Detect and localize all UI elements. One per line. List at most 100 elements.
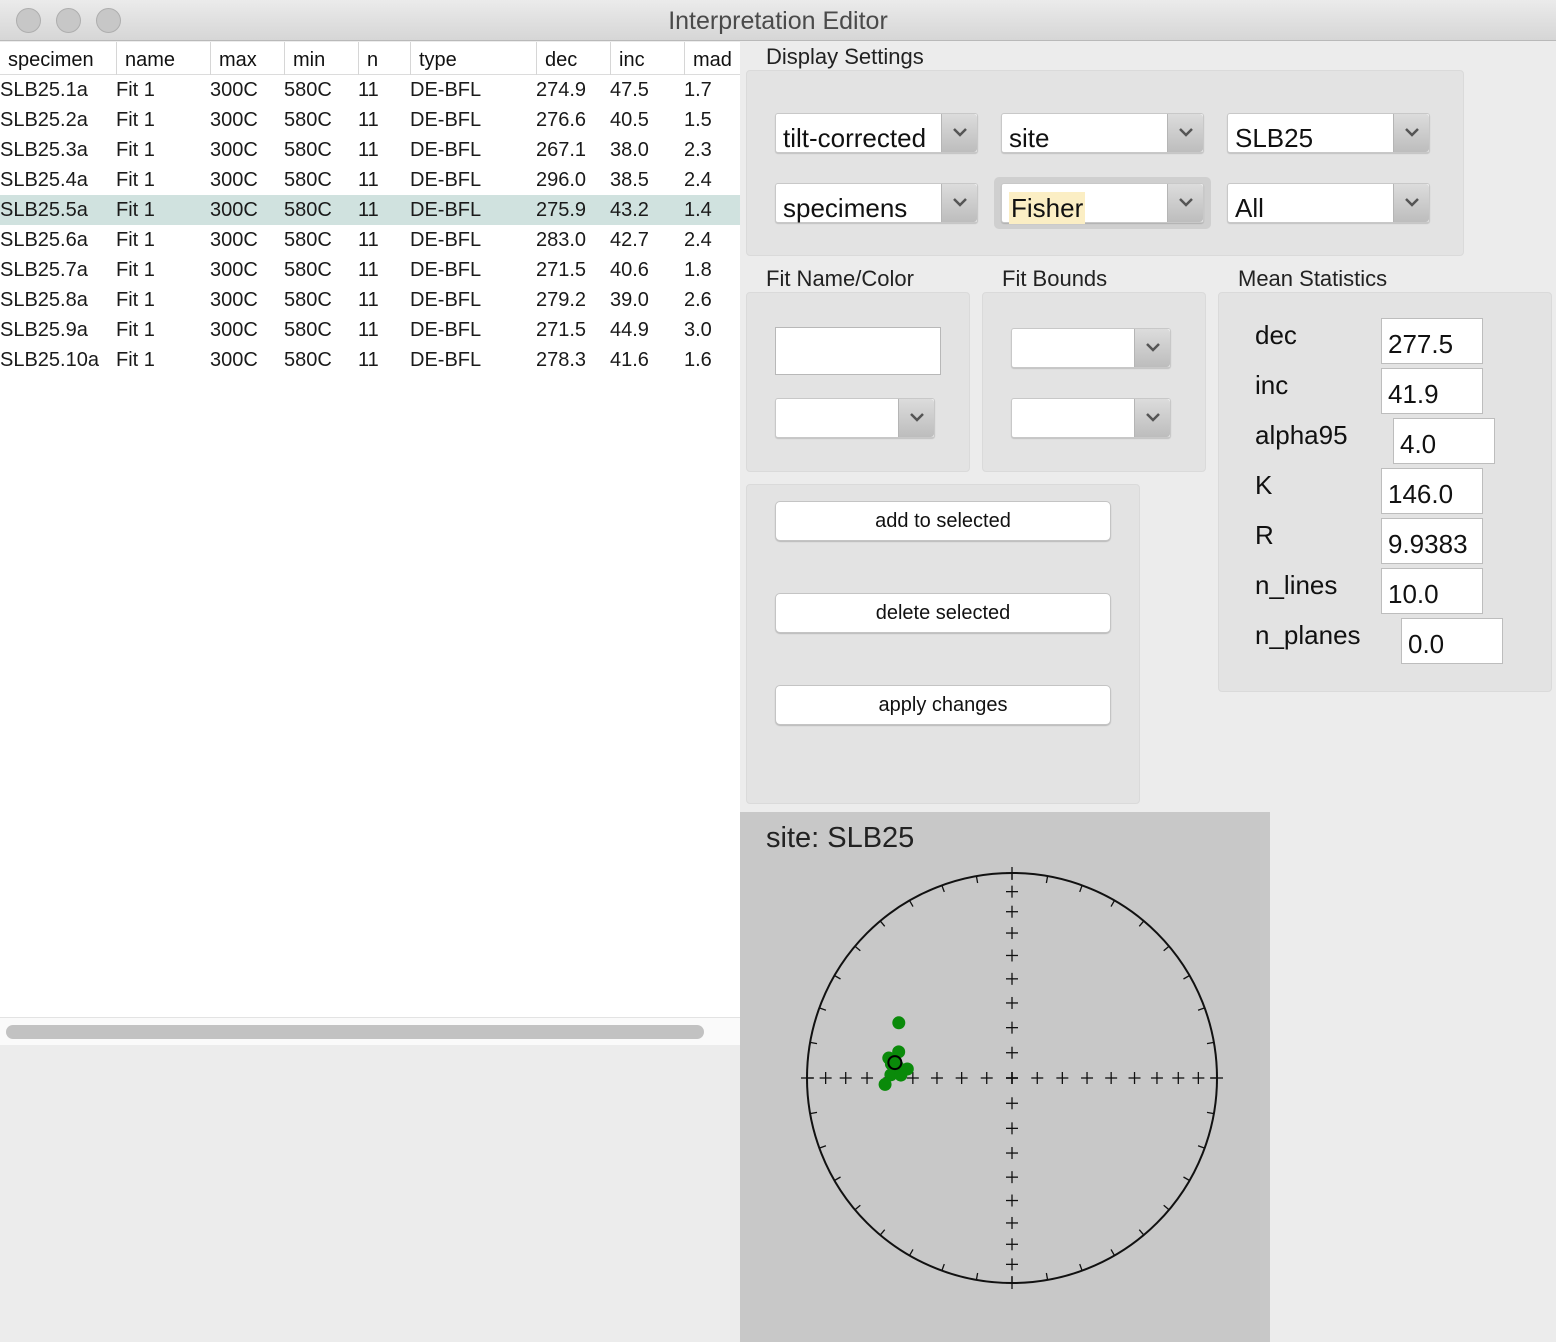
table-row[interactable]: SLB25.7a Fit 1 300C 580C 11 DE-BFL 271.5 40.6 1.… — [0, 255, 740, 285]
column-header-min[interactable]: min — [284, 42, 358, 75]
cell-name: Fit 1 — [116, 259, 155, 281]
equal-area-plot[interactable]: site: SLB25 — [740, 812, 1270, 1342]
outer-tick — [975, 1272, 979, 1280]
table-row[interactable]: SLB25.8a Fit 1 300C 580C 11 DE-BFL 279.2 39.0 2.… — [0, 285, 740, 315]
add-to-selected-button[interactable]: add to selected — [775, 501, 1111, 541]
outer-tick — [908, 1249, 914, 1256]
stat-value-R[interactable]: 9.9383 — [1381, 518, 1483, 564]
lower-bound-dropdown[interactable] — [1011, 328, 1171, 368]
cell-inc: 41.6 — [610, 349, 649, 371]
outer-tick — [834, 1176, 841, 1182]
cell-n: 11 — [358, 169, 379, 191]
cell-min: 580C — [284, 199, 332, 221]
mean-fit-dropdown[interactable]: All — [1227, 183, 1430, 223]
cell-type: DE-BFL — [410, 349, 482, 371]
cell-n: 11 — [358, 109, 379, 131]
stat-value-n_planes[interactable]: 0.0 — [1401, 618, 1503, 664]
table-row[interactable]: SLB25.1a Fit 1 300C 580C 11 DE-BFL 274.9 47.5 1.… — [0, 75, 740, 105]
apply-changes-button[interactable]: apply changes — [775, 685, 1111, 725]
stat-label-n_lines: n_lines — [1255, 570, 1338, 600]
show-value: specimens — [783, 193, 908, 223]
table-row[interactable]: SLB25.9a Fit 1 300C 580C 11 DE-BFL 271.5 44.9 3.… — [0, 315, 740, 345]
cell-specimen: SLB25.9a — [0, 319, 88, 341]
cell-n: 11 — [358, 349, 379, 371]
stat-value-alpha95[interactable]: 4.0 — [1393, 418, 1495, 464]
table-row[interactable]: SLB25.5a Fit 1 300C 580C 11 DE-BFL 275.9 43.2 1.… — [0, 195, 740, 225]
fit-name-input[interactable] — [775, 327, 941, 375]
column-header-max[interactable]: max — [210, 42, 284, 75]
cell-max: 300C — [210, 289, 258, 311]
cell-name: Fit 1 — [116, 289, 155, 311]
outer-tick — [1045, 1272, 1049, 1280]
cell-min: 580C — [284, 139, 332, 161]
upper-bound-dropdown[interactable] — [1011, 398, 1171, 438]
stat-label-dec: dec — [1255, 320, 1297, 350]
fit-name-color-label: Fit Name/Color — [766, 266, 914, 291]
stat-value-K[interactable]: 146.0 — [1381, 468, 1483, 514]
cell-name: Fit 1 — [116, 319, 155, 341]
stat-value-inc[interactable]: 41.9 — [1381, 368, 1483, 414]
chevron-down-icon — [898, 399, 934, 437]
mean-type-dropdown[interactable]: Fisher — [1001, 183, 1204, 224]
specimen-list[interactable]: specimen name max min n type dec inc mad SLB25.1… — [0, 42, 740, 1017]
outer-tick — [879, 1229, 886, 1236]
cell-specimen: SLB25.6a — [0, 229, 88, 251]
window-title: Interpretation Editor — [668, 7, 888, 35]
horizontal-scrollbar[interactable] — [0, 1017, 740, 1045]
outer-tick — [1163, 945, 1170, 952]
cell-min: 580C — [284, 229, 332, 251]
coordinates-dropdown[interactable]: tilt-corrected — [775, 113, 978, 153]
outer-tick — [1110, 1249, 1116, 1256]
horizontal-scrollbar-thumb[interactable] — [6, 1025, 704, 1039]
level-value: site — [1009, 123, 1050, 153]
table-row[interactable]: SLB25.4a Fit 1 300C 580C 11 DE-BFL 296.0 38.5 2.… — [0, 165, 740, 195]
level-dropdown[interactable]: site — [1001, 113, 1204, 153]
cell-n: 11 — [358, 139, 379, 161]
cell-mad: 1.4 — [684, 199, 712, 221]
stat-value-n_lines[interactable]: 10.0 — [1381, 568, 1483, 614]
title-bar: Interpretation Editor — [0, 0, 1556, 41]
column-header-mad[interactable]: mad — [684, 42, 740, 75]
table-row[interactable]: SLB25.2a Fit 1 300C 580C 11 DE-BFL 276.6 40.5 1.… — [0, 105, 740, 135]
outer-tick — [1110, 900, 1116, 907]
stat-label-alpha95: alpha95 — [1255, 420, 1348, 450]
cell-min: 580C — [284, 109, 332, 131]
delete-selected-button[interactable]: delete selected — [775, 593, 1111, 633]
level-name-dropdown[interactable]: SLB25 — [1227, 113, 1430, 153]
outer-tick — [941, 885, 945, 893]
outer-tick — [1163, 1204, 1170, 1211]
column-header-n[interactable]: n — [358, 42, 410, 75]
cell-dec: 276.6 — [536, 109, 587, 131]
column-header-dec[interactable]: dec — [536, 42, 610, 75]
column-header-specimen[interactable]: specimen — [0, 42, 116, 75]
cell-n: 11 — [358, 79, 379, 101]
cell-inc: 40.5 — [610, 109, 649, 131]
cell-inc: 40.6 — [610, 259, 649, 281]
empty-panel — [0, 1045, 740, 1342]
outer-tick — [854, 1204, 861, 1211]
table-row[interactable]: SLB25.3a Fit 1 300C 580C 11 DE-BFL 267.1 38.0 2.… — [0, 135, 740, 165]
stat-value-dec[interactable]: 277.5 — [1381, 318, 1483, 364]
cell-type: DE-BFL — [410, 199, 482, 221]
fit-color-dropdown[interactable] — [775, 398, 935, 438]
table-row[interactable]: SLB25.10a Fit 1 300C 580C 11 DE-BFL 278.3 41.6 1… — [0, 345, 740, 375]
cell-type: DE-BFL — [410, 289, 482, 311]
cell-mad: 1.5 — [684, 109, 712, 131]
outer-tick — [941, 1263, 945, 1271]
stereonet — [801, 867, 1223, 1289]
cell-mad: 1.8 — [684, 259, 712, 281]
column-header-type[interactable]: type — [410, 42, 536, 75]
display-settings-label: Display Settings — [766, 44, 924, 69]
column-header-inc[interactable]: inc — [610, 42, 684, 75]
stat-label-K: K — [1255, 470, 1273, 500]
cell-dec: 279.2 — [536, 289, 587, 311]
column-header-name[interactable]: name — [116, 42, 210, 75]
cell-mad: 2.6 — [684, 289, 712, 311]
cell-mad: 2.3 — [684, 139, 712, 161]
table-row[interactable]: SLB25.6a Fit 1 300C 580C 11 DE-BFL 283.0 42.7 2.… — [0, 225, 740, 255]
chevron-down-icon — [941, 114, 977, 152]
cell-specimen: SLB25.3a — [0, 139, 88, 161]
cell-dec: 271.5 — [536, 319, 587, 341]
show-dropdown[interactable]: specimens — [775, 183, 978, 223]
cell-mad: 3.0 — [684, 319, 712, 341]
